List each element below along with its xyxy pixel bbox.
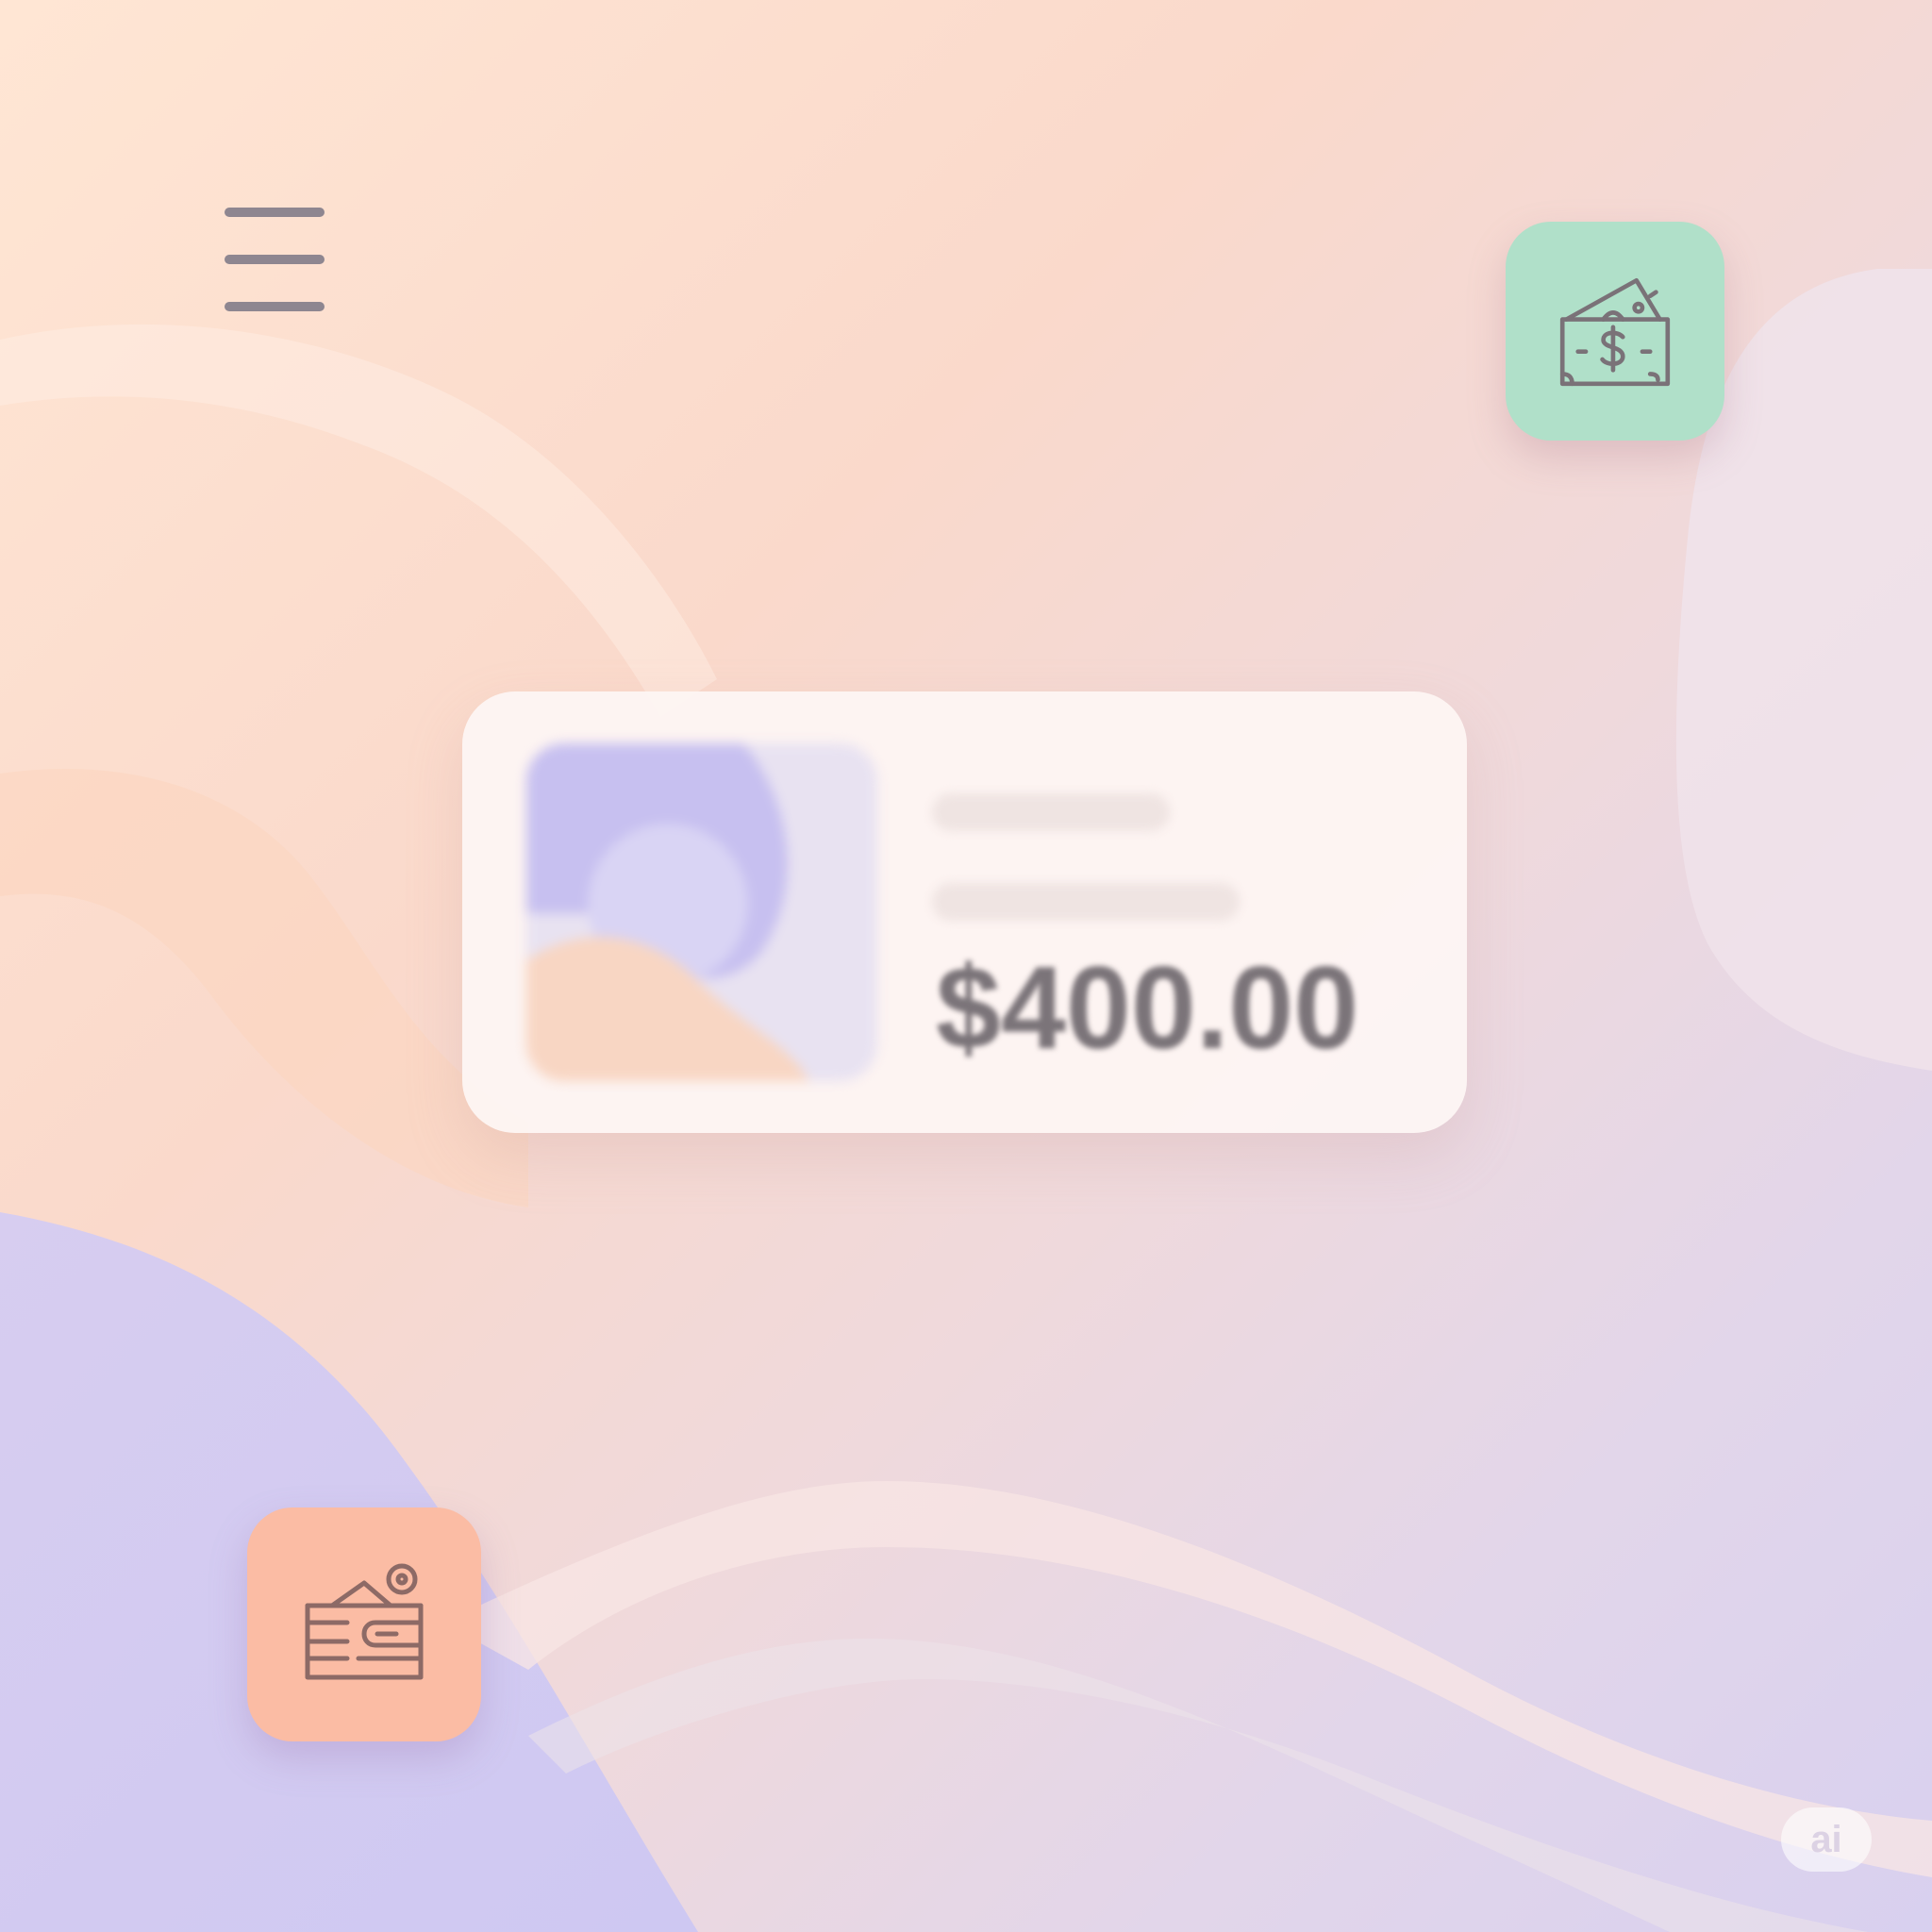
product-price: $400.00 — [936, 943, 1359, 1074]
product-card[interactable]: $400.00 — [462, 691, 1467, 1133]
product-image-placeholder — [526, 743, 877, 1081]
ai-badge: ai — [1781, 1807, 1872, 1872]
product-title-placeholder — [932, 793, 1170, 831]
money-action-button[interactable] — [1506, 222, 1724, 441]
menu-button[interactable] — [219, 200, 326, 319]
wallet-action-button[interactable] — [247, 1507, 481, 1741]
wallet-coin-icon — [305, 1563, 424, 1680]
product-subtitle-placeholder — [932, 883, 1240, 921]
money-cash-icon — [1559, 277, 1671, 387]
